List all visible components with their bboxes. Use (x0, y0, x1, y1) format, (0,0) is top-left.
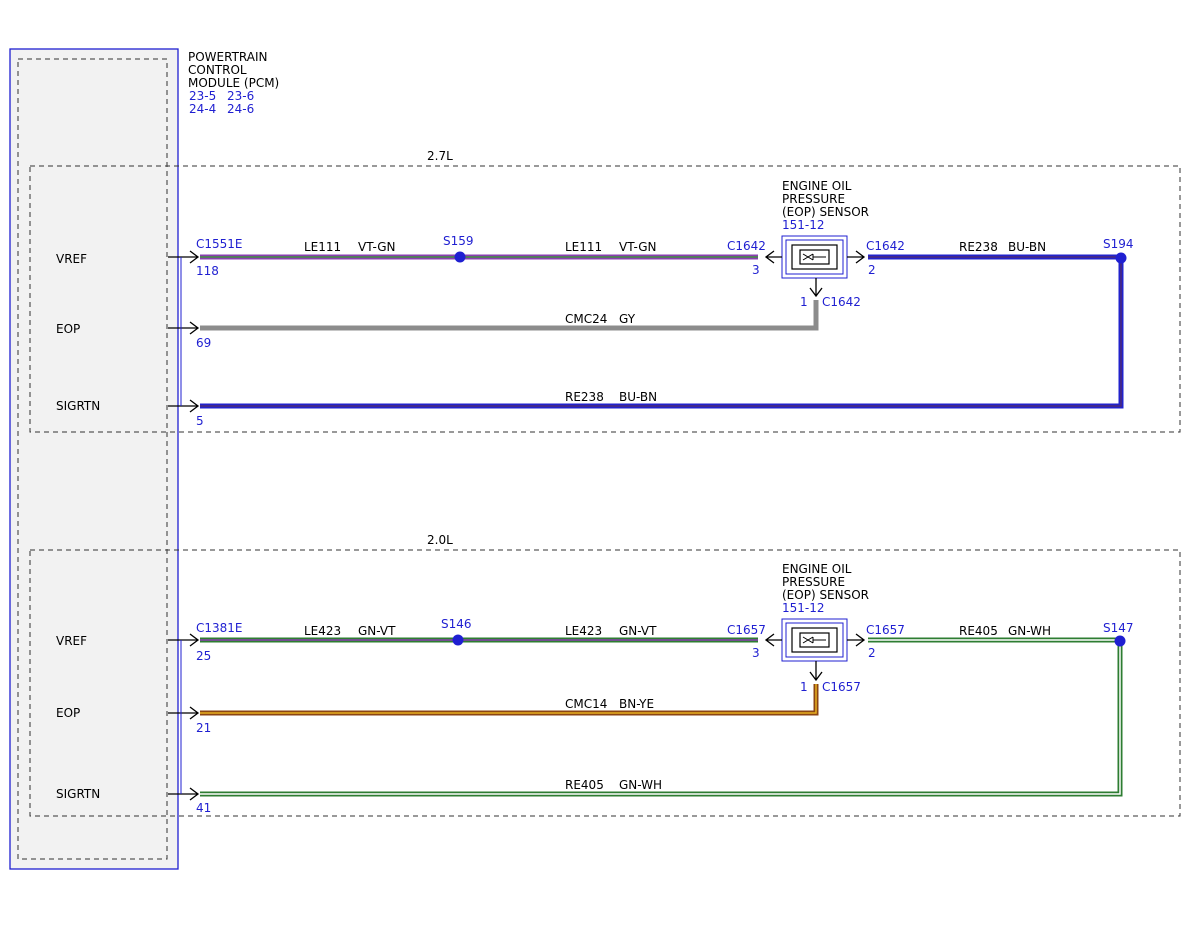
splice-label[interactable]: S159 (443, 234, 474, 248)
sensor-connector-return[interactable]: C1657 (866, 623, 905, 637)
pin-label-vref: VREF (56, 252, 87, 266)
pcm-title-line-3: MODULE (PCM) (188, 76, 279, 90)
sensor-arrow-vref (764, 633, 782, 647)
wire-circuit: LE423 (304, 624, 341, 638)
wire-stripe (200, 262, 1122, 407)
pcm-pin-sigrtn: 41 (196, 801, 211, 815)
sensor-pin-signal: 1 (800, 295, 808, 309)
splice-dot[interactable] (1114, 635, 1126, 647)
pin-label-vref: VREF (56, 634, 87, 648)
wire-color-code: BU-BN (1008, 240, 1046, 254)
sensor-arrow-vref (764, 250, 782, 264)
splice-dot[interactable] (452, 634, 464, 646)
pcm-ref-2[interactable]: 23-6 (227, 89, 254, 103)
wire-color-code: GN-VT (619, 624, 657, 638)
wire-color-code: GN-VT (358, 624, 396, 638)
wire-circuit: RE405 (565, 778, 604, 792)
eop-sensor[interactable] (781, 618, 848, 662)
eop-sensor[interactable] (781, 235, 848, 279)
sensor-title-line-2: PRESSURE (782, 192, 845, 206)
pin-label-sigrtn: SIGRTN (56, 399, 100, 413)
wire-color-code: GN-WH (619, 778, 662, 792)
wire-color-code: BU-BN (619, 390, 657, 404)
pcm-connector-id[interactable]: C1551E (196, 237, 243, 251)
pcm-pin-sigrtn: 5 (196, 414, 204, 428)
pcm-pin-vref: 25 (196, 649, 211, 663)
sensor-connector-signal[interactable]: C1657 (822, 680, 861, 694)
pcm-pin-eop: 69 (196, 336, 211, 350)
sensor-title-line-1: ENGINE OIL (782, 562, 852, 576)
wire-color-code: GN-WH (1008, 624, 1051, 638)
splice-label[interactable]: S194 (1103, 237, 1134, 251)
variant-2-7l: 2.7L VREF EOP SIGRTN C1551E 118 69 5 LE1… (29, 149, 1181, 433)
sensor-title-line-1: ENGINE OIL (782, 179, 852, 193)
wire-base (200, 646, 1123, 797)
sensor-arrow-return (847, 250, 866, 264)
wire-stripe (200, 646, 1121, 795)
splice-dot[interactable] (454, 251, 466, 263)
variant-label: 2.7L (427, 149, 453, 163)
wire-circuit: RE238 (565, 390, 604, 404)
wire-circuit: LE111 (304, 240, 341, 254)
sensor-arrow-signal (809, 661, 823, 682)
variant-2-0l: 2.0L VREF EOP SIGRTN C1381E 25 21 41 LE4… (29, 533, 1181, 817)
sensor-title-line-3: (EOP) SENSOR (782, 588, 869, 602)
wire-circuit: LE423 (565, 624, 602, 638)
sensor-title-line-2: PRESSURE (782, 575, 845, 589)
wire-sigrtn[interactable] (200, 262, 1124, 409)
wire-base (200, 300, 819, 331)
pcm-pin-eop: 21 (196, 721, 211, 735)
splice-label[interactable]: S147 (1103, 621, 1134, 635)
sensor-title-line-3: (EOP) SENSOR (782, 205, 869, 219)
sensor-connector-return[interactable]: C1642 (866, 239, 905, 253)
pcm-pin-vref: 118 (196, 264, 219, 278)
wire-sigrtn[interactable] (200, 646, 1123, 797)
sensor-ref[interactable]: 151-12 (782, 218, 825, 232)
wire-color-code: VT-GN (358, 240, 395, 254)
pin-label-eop: EOP (56, 322, 80, 336)
sensor-arrow-return (847, 633, 866, 647)
wire-stripe (200, 684, 817, 714)
pcm-module-outline (9, 48, 179, 870)
sensor-pin-vref: 3 (752, 263, 760, 277)
sensor-pin-vref: 3 (752, 646, 760, 660)
wire-color-code: GY (619, 312, 636, 326)
sensor-connector-signal[interactable]: C1642 (822, 295, 861, 309)
sensor-connector-vref[interactable]: C1657 (727, 623, 766, 637)
variant-box (29, 549, 1181, 817)
sensor-pin-return: 2 (868, 263, 876, 277)
sensor-arrow-signal (809, 278, 823, 298)
wire-base (200, 684, 819, 716)
pcm-connector-id[interactable]: C1381E (196, 621, 243, 635)
pin-label-sigrtn: SIGRTN (56, 787, 100, 801)
variant-label: 2.0L (427, 533, 453, 547)
sensor-pin-return: 2 (868, 646, 876, 660)
wire-circuit: CMC24 (565, 312, 607, 326)
wire-circuit: RE405 (959, 624, 998, 638)
wire-color-code: VT-GN (619, 240, 656, 254)
wire-circuit: CMC14 (565, 697, 607, 711)
wire-base (200, 262, 1124, 409)
sensor-connector-vref[interactable]: C1642 (727, 239, 766, 253)
splice-label[interactable]: S146 (441, 617, 472, 631)
splice-dot[interactable] (1115, 252, 1127, 264)
pin-label-eop: EOP (56, 706, 80, 720)
pcm-ref-1[interactable]: 23-5 (189, 89, 216, 103)
pcm-ref-3[interactable]: 24-4 (189, 102, 216, 116)
wiring-diagram: POWERTRAIN CONTROL MODULE (PCM) 23-5 23-… (9, 48, 1181, 870)
wire-circuit: LE111 (565, 240, 602, 254)
wire-color-code: BN-YE (619, 697, 654, 711)
wire-circuit: RE238 (959, 240, 998, 254)
wire-eop[interactable] (200, 684, 819, 716)
sensor-pin-signal: 1 (800, 680, 808, 694)
pcm-title-line-2: CONTROL (188, 63, 247, 77)
pcm-title-line-1: POWERTRAIN (188, 50, 268, 64)
sensor-ref[interactable]: 151-12 (782, 601, 825, 615)
wire-eop[interactable] (200, 300, 819, 331)
pcm-ref-4[interactable]: 24-6 (227, 102, 254, 116)
variant-box (29, 165, 1181, 433)
